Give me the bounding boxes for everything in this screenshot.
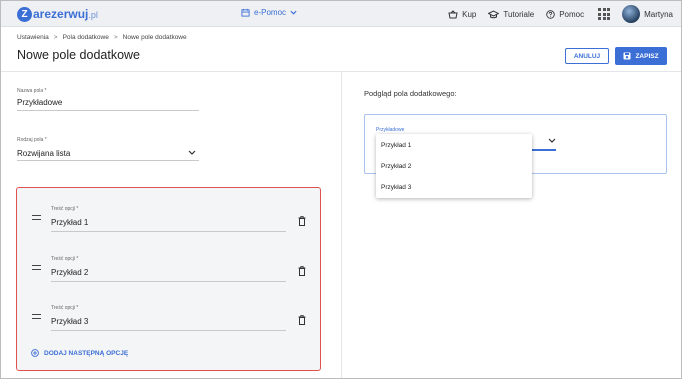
tutorials-link[interactable]: Tutoriale: [488, 10, 534, 19]
chevron-down-icon[interactable]: [548, 138, 556, 143]
logo-badge: Z: [17, 6, 32, 22]
breadcrumb: Ustawienia > Pola dodatkowe > Nowe pole …: [17, 34, 187, 41]
user-name[interactable]: Martyna: [644, 10, 673, 19]
trash-icon[interactable]: [298, 315, 306, 325]
page-title: Nowe pole dodatkowe: [17, 48, 140, 62]
buy-link[interactable]: Kup: [448, 10, 476, 19]
options-panel: Treść opcji * Przykład 1 Treść opcji * P…: [16, 187, 321, 371]
field-name-underline: [17, 110, 199, 111]
save-button[interactable]: ZAPISZ: [615, 47, 667, 65]
trash-icon[interactable]: [298, 266, 306, 276]
field-name-input[interactable]: Przykładowe: [17, 98, 62, 107]
breadcrumb-settings[interactable]: Ustawienia: [17, 34, 49, 41]
trash-icon[interactable]: [298, 216, 306, 226]
apps-grid-icon[interactable]: [598, 8, 611, 20]
dropdown-item[interactable]: Przykład 1: [381, 142, 411, 149]
option-label: Treść opcji *: [51, 206, 79, 212]
field-name-label: Nazwa pola *: [17, 88, 47, 94]
option-row: Treść opcji * Przykład 1: [17, 198, 320, 232]
logo-tld: .pl: [88, 10, 98, 20]
preview-field-label: Przykładowe: [376, 127, 405, 133]
option-input[interactable]: Przykład 3: [51, 317, 88, 326]
breadcrumb-extra-fields[interactable]: Pola dodatkowe: [63, 34, 109, 41]
calendar-icon: [241, 8, 250, 17]
e-pomoc-menu[interactable]: e-Pomoc: [241, 8, 301, 17]
floppy-disk-icon: [623, 52, 631, 60]
dropdown-item[interactable]: Przykład 2: [381, 163, 411, 170]
preview-title: Podgląd pola dodatkowego:: [364, 89, 457, 98]
drag-handle-icon[interactable]: [32, 314, 41, 321]
option-underline: [51, 281, 286, 282]
top-bar: Z arezerwuj .pl e-Pomoc Kup Tutoriale Po…: [1, 1, 681, 27]
field-type-label: Rodzaj pola *: [17, 137, 47, 143]
breadcrumb-separator-icon: >: [113, 34, 118, 41]
logo-text: arezerwuj: [33, 7, 89, 21]
option-label: Treść opcji *: [51, 256, 79, 262]
app-logo[interactable]: Z arezerwuj .pl: [17, 6, 98, 22]
breadcrumb-current: Nowe pole dodatkowe: [122, 34, 187, 41]
e-pomoc-label: e-Pomoc: [254, 8, 287, 17]
drag-handle-icon[interactable]: [32, 215, 41, 222]
option-row: Treść opcji * Przykład 2: [17, 248, 320, 282]
option-input[interactable]: Przykład 2: [51, 268, 88, 277]
help-link[interactable]: Pomoc: [546, 10, 584, 19]
preview-dropdown-menu: Przykład 1 Przykład 2 Przykład 3: [376, 134, 532, 198]
option-row: Treść opcji * Przykład 3: [17, 297, 320, 331]
cancel-button[interactable]: ANULUJ: [565, 48, 609, 64]
dropdown-item[interactable]: Przykład 3: [381, 184, 411, 191]
option-underline: [51, 330, 286, 331]
drag-handle-icon[interactable]: [32, 265, 41, 272]
chevron-down-icon: [290, 10, 297, 15]
plus-circle-icon: [31, 349, 39, 357]
field-type-select[interactable]: Rozwijana lista: [17, 149, 70, 158]
save-label: ZAPISZ: [635, 52, 659, 60]
breadcrumb-separator-icon: >: [53, 34, 58, 41]
add-option-label: DODAJ NASTĘPNĄ OPCJĘ: [44, 349, 129, 357]
option-label: Treść opcji *: [51, 305, 79, 311]
help-label: Pomoc: [559, 9, 585, 19]
option-underline: [51, 231, 286, 232]
add-option-button[interactable]: DODAJ NASTĘPNĄ OPCJĘ: [31, 349, 128, 357]
column-divider: [341, 72, 342, 378]
basket-icon: [448, 9, 458, 18]
help-circle-icon: [546, 9, 555, 19]
field-type-underline: [17, 160, 199, 161]
top-right-menu: Kup Tutoriale Pomoc Martyna: [436, 5, 673, 23]
graduation-cap-icon: [488, 9, 500, 18]
chevron-down-icon[interactable]: [188, 150, 196, 155]
option-input[interactable]: Przykład 1: [51, 218, 88, 227]
tutorials-label: Tutoriale: [503, 9, 535, 19]
buy-label: Kup: [462, 9, 477, 19]
avatar[interactable]: [622, 5, 641, 23]
